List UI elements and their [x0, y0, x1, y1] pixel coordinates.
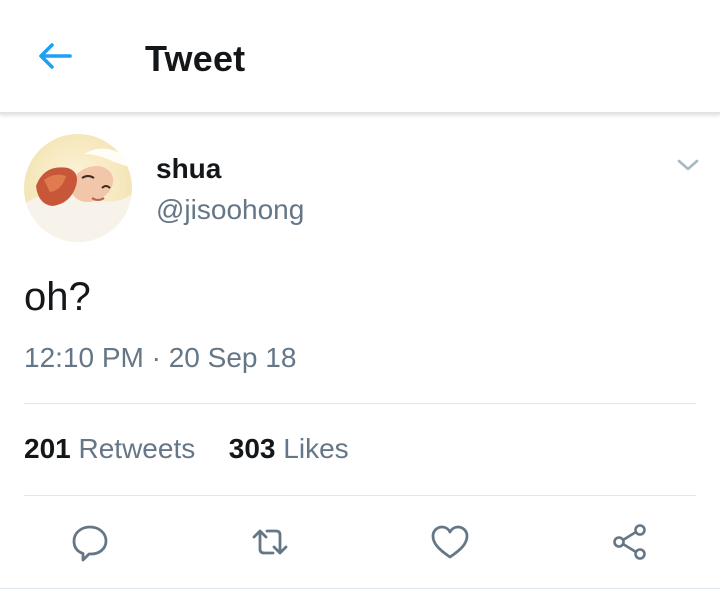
divider	[24, 495, 696, 496]
avatar[interactable]	[24, 134, 132, 242]
share-icon	[613, 524, 646, 560]
tweet-stats: 201 Retweets 303 Likes	[24, 433, 349, 465]
likes-label: Likes	[283, 433, 349, 464]
author-display-name[interactable]: shua	[156, 153, 221, 185]
app-header: Tweet	[0, 0, 720, 114]
likes-stat[interactable]: 303 Likes	[229, 433, 349, 464]
like-button[interactable]	[430, 522, 470, 562]
tweet-menu-button[interactable]	[676, 156, 700, 174]
author-handle[interactable]: @jisoohong	[156, 194, 304, 226]
retweets-stat[interactable]: 201 Retweets	[24, 433, 195, 464]
back-button[interactable]	[34, 38, 78, 74]
chevron-down-icon	[677, 159, 699, 171]
retweets-label: Retweets	[78, 433, 196, 464]
reply-icon	[72, 525, 108, 562]
tweet-timestamp: 12:10 PM · 20 Sep 18	[24, 342, 297, 373]
retweets-count: 201	[24, 433, 71, 464]
retweet-button[interactable]	[250, 522, 290, 562]
page-title: Tweet	[145, 38, 246, 79]
likes-count: 303	[228, 433, 276, 464]
divider	[0, 588, 720, 589]
divider	[24, 403, 696, 404]
tweet-text: oh?	[24, 275, 91, 319]
avatar-photo	[24, 134, 132, 242]
heart-icon	[431, 525, 469, 559]
retweet-icon	[252, 529, 288, 555]
share-button[interactable]	[610, 522, 650, 562]
arrow-left-icon	[39, 43, 72, 69]
reply-button[interactable]	[70, 522, 110, 562]
